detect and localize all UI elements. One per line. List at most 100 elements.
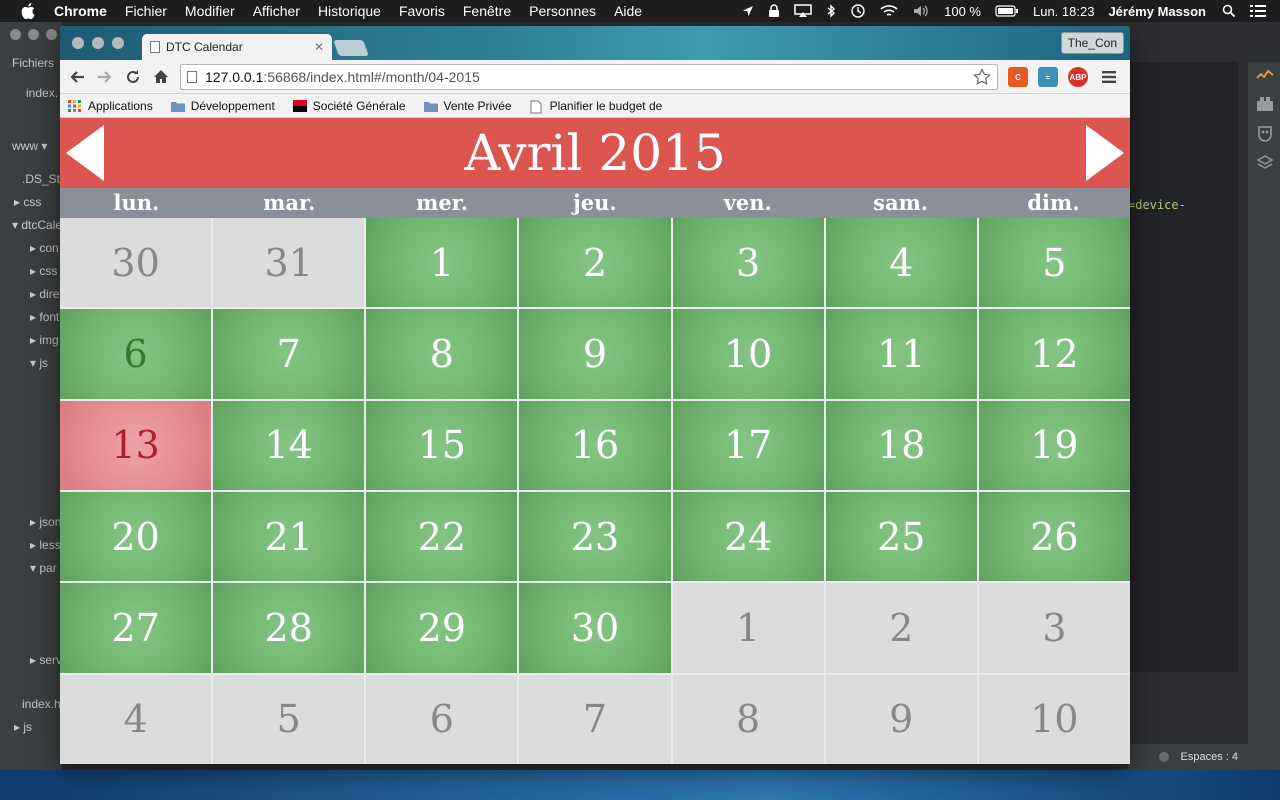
editor-zoom-button[interactable] <box>46 29 57 40</box>
calendar-day-cell[interactable]: 20 <box>60 492 212 582</box>
calendar-day-cell[interactable]: 5 <box>213 674 365 764</box>
calendar-day-cell[interactable]: 21 <box>213 492 365 582</box>
wifi-icon[interactable] <box>880 4 898 18</box>
menu-modifier[interactable]: Modifier <box>185 3 235 19</box>
file-tree-item[interactable]: ▸ dire <box>30 287 59 301</box>
file-tree-item[interactable]: ▾ js <box>30 356 48 370</box>
address-bar[interactable]: 127.0.0.1 :56868/index.html#/month/04-20… <box>180 64 998 90</box>
mask-extension-icon[interactable] <box>1256 124 1274 142</box>
calendar-day-cell[interactable]: 15 <box>366 400 518 490</box>
calendar-day-cell[interactable]: 10 <box>672 309 824 399</box>
file-tree-item[interactable]: ▸ con <box>30 241 59 255</box>
calendar-day-cell[interactable]: 6 <box>366 674 518 764</box>
lint-status-icon[interactable] <box>1158 752 1169 762</box>
location-arrow-icon[interactable] <box>742 5 754 17</box>
calendar-day-cell[interactable]: 2 <box>825 583 977 673</box>
file-tree-item[interactable]: ▸ css <box>14 195 41 209</box>
calendar-day-cell[interactable]: 9 <box>519 309 671 399</box>
calendar-day-cell[interactable]: 30 <box>519 583 671 673</box>
menu-fenetre[interactable]: Fenêtre <box>463 3 511 19</box>
calendar-day-cell[interactable]: 1 <box>366 218 518 308</box>
menu-fichier[interactable]: Fichier <box>125 3 167 19</box>
file-tree-item[interactable]: ▸ less <box>30 538 61 552</box>
forward-arrow-icon[interactable] <box>96 68 114 86</box>
calendar-day-cell[interactable]: 10 <box>978 674 1130 764</box>
extension-orange-icon[interactable]: C <box>1008 67 1028 87</box>
bookmark-star-icon[interactable] <box>973 68 991 89</box>
menu-aide[interactable]: Aide <box>614 3 642 19</box>
calendar-day-cell[interactable]: 17 <box>672 400 824 490</box>
calendar-day-cell[interactable]: 27 <box>60 583 212 673</box>
calendar-day-cell[interactable]: 8 <box>366 309 518 399</box>
bookmark-planifier-budget[interactable]: Planifier le budget de <box>530 99 662 113</box>
bookmark-societe-generale[interactable]: Société Générale <box>292 99 406 113</box>
file-tree-item[interactable]: index.h <box>22 697 61 711</box>
calendar-day-cell[interactable]: 7 <box>213 309 365 399</box>
bookmark-developpement[interactable]: Développement <box>170 99 275 113</box>
airplay-icon[interactable] <box>794 4 812 18</box>
file-tree-item[interactable]: www ▾ <box>12 139 47 153</box>
file-tree-item[interactable]: ▾ par <box>30 561 57 575</box>
calendar-day-cell[interactable]: 6 <box>60 309 212 399</box>
menu-historique[interactable]: Historique <box>318 3 381 19</box>
calendar-day-cell[interactable]: 4 <box>60 674 212 764</box>
extension-wave-icon[interactable]: ≈ <box>1038 67 1058 87</box>
calendar-day-cell[interactable]: 22 <box>366 492 518 582</box>
calendar-day-cell[interactable]: 25 <box>825 492 977 582</box>
live-preview-icon[interactable] <box>1256 68 1274 86</box>
calendar-day-cell[interactable]: 28 <box>213 583 365 673</box>
menu-app-name[interactable]: Chrome <box>54 3 107 19</box>
calendar-day-cell[interactable]: 8 <box>672 674 824 764</box>
calendar-day-cell[interactable]: 14 <box>213 400 365 490</box>
calendar-day-cell[interactable]: 7 <box>519 674 671 764</box>
volume-icon[interactable] <box>912 4 930 18</box>
browser-tab[interactable]: DTC Calendar ✕ <box>142 34 332 60</box>
calendar-day-cell[interactable]: 24 <box>672 492 824 582</box>
bluetooth-icon[interactable] <box>826 4 836 18</box>
calendar-day-cell[interactable]: 11 <box>825 309 977 399</box>
chrome-minimize-button[interactable] <box>92 37 104 49</box>
calendar-day-cell[interactable]: 31 <box>213 218 365 308</box>
notification-center-icon[interactable] <box>1250 5 1266 17</box>
menu-afficher[interactable]: Afficher <box>253 3 300 19</box>
next-month-arrow-icon[interactable] <box>1084 125 1124 181</box>
layers-icon[interactable] <box>1256 154 1274 172</box>
file-tree-item[interactable]: .DS_St <box>22 172 60 186</box>
file-tree-item[interactable]: ▾ dtcCale <box>12 218 62 232</box>
new-tab-button[interactable] <box>333 40 369 56</box>
calendar-day-cell[interactable]: 26 <box>978 492 1130 582</box>
file-tree-item[interactable]: ▸ json <box>30 515 61 529</box>
file-tree-item[interactable]: ▸ img <box>30 333 59 347</box>
reload-icon[interactable] <box>124 68 142 86</box>
calendar-day-cell[interactable]: 3 <box>672 218 824 308</box>
calendar-day-cell[interactable]: 29 <box>366 583 518 673</box>
calendar-day-cell[interactable]: 30 <box>60 218 212 308</box>
menu-favoris[interactable]: Favoris <box>399 3 445 19</box>
calendar-day-cell[interactable]: 5 <box>978 218 1130 308</box>
editor-close-button[interactable] <box>10 29 21 40</box>
editor-code-pane[interactable]: =device- <box>1128 62 1238 672</box>
calendar-day-cell[interactable]: 2 <box>519 218 671 308</box>
spotlight-search-icon[interactable] <box>1222 4 1236 18</box>
calendar-day-cell[interactable]: 4 <box>825 218 977 308</box>
time-machine-icon[interactable] <box>850 3 866 19</box>
adblock-plus-icon[interactable]: ABP <box>1068 67 1088 87</box>
file-tree-item[interactable]: ▸ serv <box>30 653 62 667</box>
chrome-close-button[interactable] <box>72 37 84 49</box>
calendar-day-cell[interactable]: 1 <box>672 583 824 673</box>
menu-personnes[interactable]: Personnes <box>529 3 596 19</box>
chrome-zoom-button[interactable] <box>112 37 124 49</box>
extension-manager-icon[interactable] <box>1256 96 1274 114</box>
bookmark-applications[interactable]: Applications <box>68 99 153 113</box>
menubar-clock[interactable]: Lun. 18:23 <box>1033 4 1094 19</box>
apple-menu-icon[interactable] <box>18 1 38 21</box>
file-tree-item[interactable]: ▸ js <box>14 720 32 734</box>
chrome-menu-icon[interactable] <box>1100 68 1118 86</box>
home-icon[interactable] <box>152 68 170 86</box>
calendar-day-cell[interactable]: 12 <box>978 309 1130 399</box>
back-arrow-icon[interactable] <box>68 68 86 86</box>
calendar-day-cell[interactable]: 3 <box>978 583 1130 673</box>
file-tree-item[interactable]: Fichiers <box>12 56 54 70</box>
editor-minimize-button[interactable] <box>28 29 39 40</box>
file-tree-item[interactable]: index. <box>26 86 58 100</box>
